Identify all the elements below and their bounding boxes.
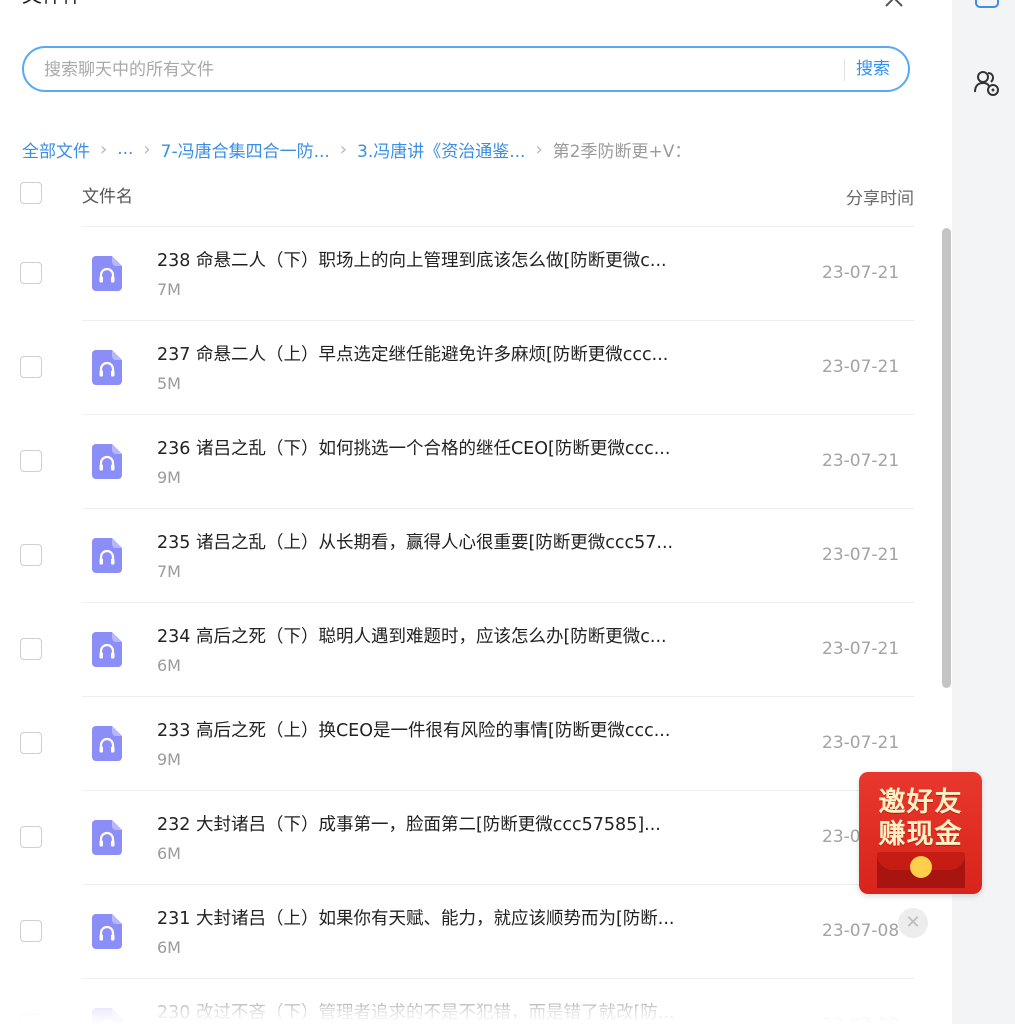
share-time: 23-07-21 [822, 545, 900, 565]
share-time: 23-07-21 [822, 639, 900, 659]
column-header-time[interactable]: 分享时间 [846, 184, 914, 209]
file-row[interactable]: 238 命悬二人（下）职场上的向上管理到底该怎么做[防断更微c... 7M 23… [0, 226, 940, 320]
search-button[interactable]: 搜索 [856, 56, 890, 82]
row-checkbox[interactable] [20, 920, 42, 942]
breadcrumb-item-folder[interactable]: 3.冯唐讲《资治通鉴... [357, 137, 525, 162]
contacts-icon[interactable] [972, 68, 1002, 98]
close-icon[interactable] [882, 0, 906, 10]
promo-line-2: 赚现金 [878, 819, 963, 850]
file-name[interactable]: 237 命悬二人（上）早点选定继任能避免许多麻烦[防断更微ccc... [157, 341, 712, 366]
row-divider [82, 226, 914, 227]
file-row[interactable]: 231 大封诸吕（上）如果你有天赋、能力，就应该顺势而为[防断... 6M 23… [0, 884, 940, 978]
row-divider [82, 602, 914, 603]
row-checkbox[interactable] [20, 638, 42, 660]
breadcrumb-item-current: 第2季防断更+V： [552, 141, 692, 162]
share-time: 23-07-21 [822, 263, 900, 283]
audio-file-icon [92, 632, 122, 667]
audio-file-icon [92, 726, 122, 761]
share-time: 23-07-21 [822, 357, 900, 377]
search-box: 搜索 [22, 46, 910, 92]
file-size: 9M [157, 750, 181, 769]
row-divider [82, 414, 914, 415]
row-checkbox[interactable] [20, 826, 42, 848]
file-row[interactable]: 235 诸吕之乱（上）从长期看，赢得人心很重要[防断更微ccc57... 7M … [0, 508, 940, 602]
file-row[interactable]: 232 大封诸吕（下）成事第一，脸面第二[防断更微ccc57585]... 6M… [0, 790, 940, 884]
file-name[interactable]: 231 大封诸吕（上）如果你有天赋、能力，就应该顺势而为[防断... [157, 905, 712, 930]
share-time: 23-07-08 [822, 1015, 899, 1024]
file-row[interactable]: 234 高后之死（下）聪明人遇到难题时，应该怎么办[防断更微c... 6M 23… [0, 602, 940, 696]
file-size: 6M [157, 656, 181, 675]
file-name[interactable]: 234 高后之死（下）聪明人遇到难题时，应该怎么办[防断更微c... [157, 623, 712, 648]
file-browser-page: 文件件 搜索 全部文件 › ... › 7-冯唐合集四合一防... › 3.冯唐… [0, 0, 1015, 1024]
red-envelope-icon [877, 852, 965, 888]
row-divider [82, 320, 914, 321]
select-all-checkbox[interactable] [20, 182, 42, 204]
row-checkbox[interactable] [20, 262, 42, 284]
file-size: 6M [157, 844, 181, 863]
column-header-name[interactable]: 文件名 [82, 182, 133, 207]
breadcrumb-item-folder[interactable]: 7-冯唐合集四合一防... [161, 137, 330, 162]
breadcrumb-separator: › [100, 138, 108, 160]
row-checkbox[interactable] [20, 1014, 42, 1024]
audio-file-icon [92, 350, 122, 385]
file-name[interactable]: 233 高后之死（上）换CEO是一件很有风险的事情[防断更微ccc... [157, 717, 712, 742]
file-size: 7M [157, 562, 181, 581]
file-name[interactable]: 236 诸吕之乱（下）如何挑选一个合格的继任CEO[防断更微ccc... [157, 435, 712, 460]
share-time: 23-07-21 [822, 733, 900, 753]
gold-coin-icon [910, 856, 932, 878]
invite-friends-promo[interactable]: 邀好友 赚现金 [859, 772, 982, 894]
row-divider [82, 790, 914, 791]
audio-file-icon [92, 914, 122, 949]
file-row[interactable]: 237 命悬二人（上）早点选定继任能避免许多麻烦[防断更微ccc... 5M 2… [0, 320, 940, 414]
chat-icon[interactable] [975, 0, 999, 8]
audio-file-icon [92, 820, 122, 855]
promo-close-icon[interactable]: ✕ [898, 908, 928, 938]
row-divider [82, 978, 914, 979]
audio-file-icon [92, 538, 122, 573]
search-divider [844, 59, 845, 81]
file-row[interactable]: 236 诸吕之乱（下）如何挑选一个合格的继任CEO[防断更微ccc... 9M … [0, 414, 940, 508]
breadcrumb-separator: › [143, 138, 151, 160]
audio-file-icon [92, 256, 122, 291]
file-row[interactable]: 233 高后之死（上）换CEO是一件很有风险的事情[防断更微ccc... 9M … [0, 696, 940, 790]
file-name[interactable]: 230 改过不吝（下）管理者追求的不是不犯错，而是错了就改[防... [157, 999, 712, 1024]
breadcrumb-item-ellipsis[interactable]: ... [117, 139, 133, 159]
audio-file-icon [92, 1008, 122, 1024]
breadcrumb-separator: › [339, 138, 347, 160]
row-checkbox[interactable] [20, 356, 42, 378]
row-divider [82, 508, 914, 509]
file-row[interactable]: 230 改过不吝（下）管理者追求的不是不犯错，而是错了就改[防... 23-07… [0, 978, 940, 1024]
breadcrumb: 全部文件 › ... › 7-冯唐合集四合一防... › 3.冯唐讲《资治通鉴.… [22, 136, 691, 162]
row-checkbox[interactable] [20, 544, 42, 566]
search-input[interactable] [42, 57, 826, 83]
page-title: 文件件 [22, 0, 82, 10]
breadcrumb-item-root[interactable]: 全部文件 [22, 137, 90, 162]
file-name[interactable]: 235 诸吕之乱（上）从长期看，赢得人心很重要[防断更微ccc57... [157, 529, 712, 554]
scrollbar[interactable] [942, 228, 951, 688]
file-size: 6M [157, 938, 181, 957]
row-checkbox[interactable] [20, 732, 42, 754]
file-size: 9M [157, 468, 181, 487]
file-size: 7M [157, 280, 181, 299]
share-time: 23-07-08 [822, 921, 900, 941]
file-list: 238 命悬二人（下）职场上的向上管理到底该怎么做[防断更微c... 7M 23… [0, 226, 940, 1024]
file-size: 5M [157, 374, 181, 393]
file-name[interactable]: 238 命悬二人（下）职场上的向上管理到底该怎么做[防断更微c... [157, 247, 712, 272]
file-name[interactable]: 232 大封诸吕（下）成事第一，脸面第二[防断更微ccc57585]... [157, 811, 712, 836]
list-header: 文件名 分享时间 [0, 176, 940, 212]
row-divider [82, 696, 914, 697]
row-checkbox[interactable] [20, 450, 42, 472]
share-time: 23-07-21 [822, 451, 900, 471]
row-divider [82, 884, 914, 885]
audio-file-icon [92, 444, 122, 479]
breadcrumb-separator: › [535, 138, 543, 160]
